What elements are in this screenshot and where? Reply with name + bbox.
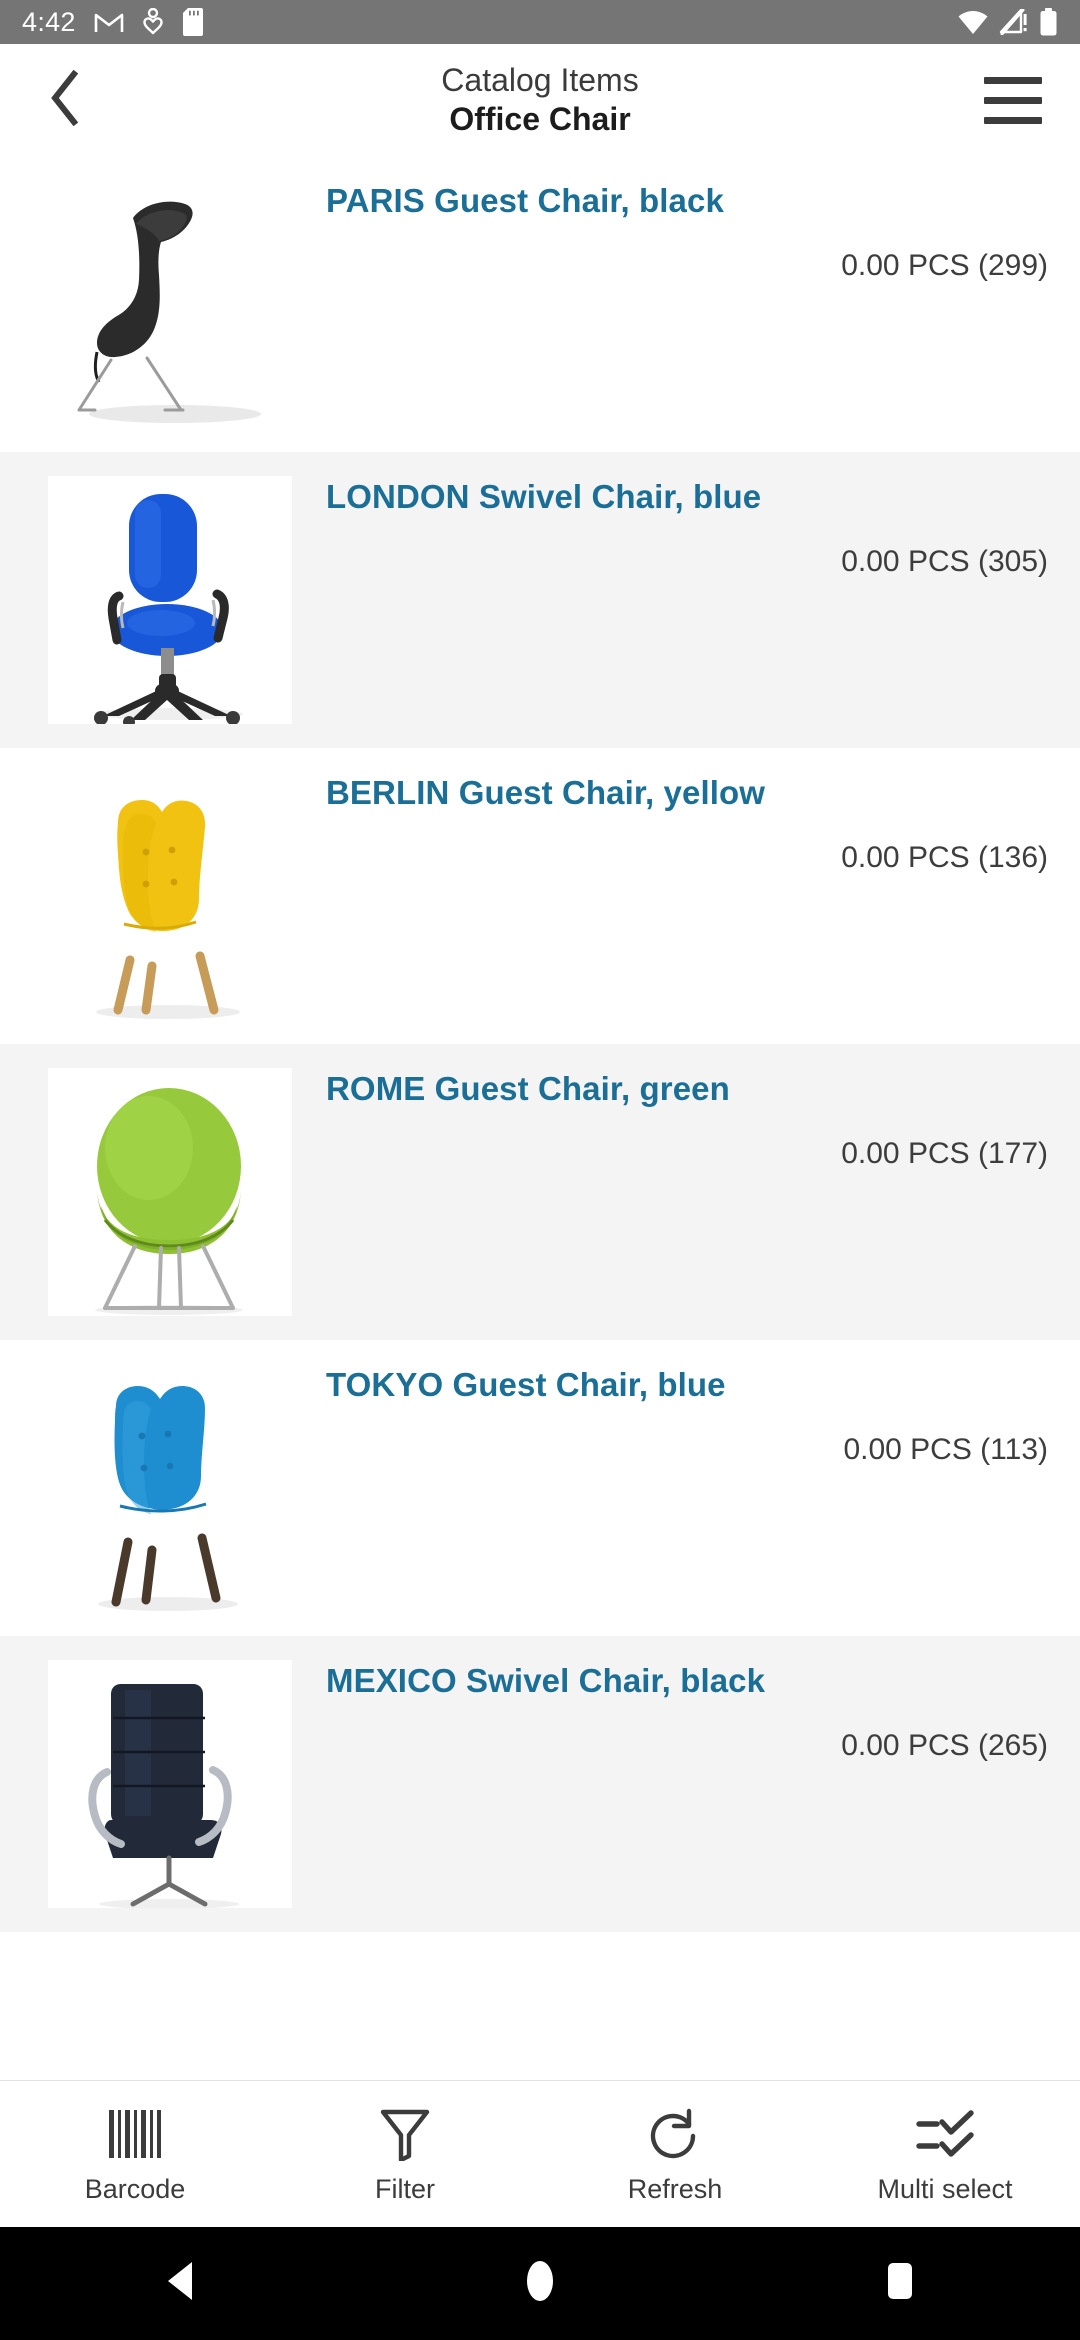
gmail-icon <box>94 10 124 34</box>
refresh-icon <box>649 2106 701 2162</box>
status-bar-clock: 4:42 <box>22 6 76 37</box>
item-quantity: 0.00 PCS (265) <box>841 1729 1048 1762</box>
refresh-label: Refresh <box>627 2173 723 2204</box>
item-name[interactable]: TOKYO Guest Chair, blue <box>326 1364 1048 1405</box>
bottom-toolbar: Barcode Filter Refresh Multi select <box>0 2080 1080 2227</box>
item-name[interactable]: BERLIN Guest Chair, yellow <box>326 772 1048 813</box>
filter-button[interactable]: Filter <box>270 2081 540 2227</box>
battery-icon <box>1039 8 1058 36</box>
item-quantity: 0.00 PCS (113) <box>843 1433 1048 1466</box>
page-title: Catalog Items <box>441 61 639 98</box>
sd-card-icon <box>182 7 204 37</box>
hamburger-icon-bar <box>984 96 1042 104</box>
tokyo-blue-chair-thumbnail <box>48 1364 292 1612</box>
wifi-icon <box>957 9 989 35</box>
filter-label: Filter <box>375 2173 435 2204</box>
hamburger-menu-button[interactable] <box>976 65 1050 135</box>
multi-select-label: Multi select <box>877 2173 1013 2204</box>
item-name[interactable]: PARIS Guest Chair, black <box>326 180 1048 221</box>
item-name[interactable]: LONDON Swivel Chair, blue <box>326 476 1048 517</box>
heart-person-icon <box>142 8 164 36</box>
barcode-icon <box>107 2106 163 2162</box>
multi-select-button[interactable]: Multi select <box>810 2081 1080 2227</box>
recents-square-icon <box>883 2259 917 2308</box>
page-subtitle: Office Chair <box>449 101 631 137</box>
status-bar-left: 4:42 <box>22 7 204 37</box>
list-item[interactable]: ROME Guest Chair, green 0.00 PCS (177) <box>0 1044 1080 1340</box>
list-item[interactable]: BERLIN Guest Chair, yellow 0.00 PCS (136… <box>0 748 1080 1044</box>
nav-home-button[interactable] <box>480 2227 600 2340</box>
list-item[interactable]: LONDON Swivel Chair, blue 0.00 PCS (305) <box>0 452 1080 748</box>
header-titles: Catalog Items Office Chair <box>0 44 1080 156</box>
item-quantity: 0.00 PCS (299) <box>841 249 1048 282</box>
android-navigation-bar <box>0 2227 1080 2340</box>
list-item[interactable]: PARIS Guest Chair, black 0.00 PCS (299) <box>0 156 1080 452</box>
paris-black-chair-thumbnail <box>48 180 292 428</box>
mexico-black-chair-thumbnail <box>48 1660 292 1908</box>
app-header: Catalog Items Office Chair <box>0 44 1080 156</box>
refresh-button[interactable]: Refresh <box>540 2081 810 2227</box>
hamburger-icon-bar <box>984 76 1042 84</box>
item-name[interactable]: ROME Guest Chair, green <box>326 1068 1048 1109</box>
back-chevron-icon <box>47 69 83 131</box>
funnel-icon <box>379 2106 431 2162</box>
london-blue-chair-thumbnail <box>48 476 292 724</box>
no-sim-signal-icon <box>999 9 1029 35</box>
barcode-label: Barcode <box>84 2173 186 2204</box>
back-button[interactable] <box>30 65 100 135</box>
item-quantity: 0.00 PCS (136) <box>841 841 1048 874</box>
list-item[interactable]: MEXICO Swivel Chair, black 0.00 PCS (265… <box>0 1636 1080 1932</box>
app-root: 4:42 Catalog Items Office Chair PARIS Gu… <box>0 0 1080 2340</box>
nav-recents-button[interactable] <box>840 2227 960 2340</box>
home-circle-icon <box>522 2259 558 2308</box>
barcode-button[interactable]: Barcode <box>0 2081 270 2227</box>
item-quantity: 0.00 PCS (177) <box>841 1137 1048 1170</box>
back-triangle-icon <box>162 2260 198 2307</box>
list-item[interactable]: TOKYO Guest Chair, blue 0.00 PCS (113) <box>0 1340 1080 1636</box>
catalog-item-list[interactable]: PARIS Guest Chair, black 0.00 PCS (299) <box>0 156 1080 2080</box>
berlin-yellow-chair-thumbnail <box>48 772 292 1020</box>
status-bar-right <box>957 8 1058 36</box>
hamburger-icon-bar <box>984 116 1042 124</box>
checklist-icon <box>916 2106 974 2162</box>
item-quantity: 0.00 PCS (305) <box>841 545 1048 578</box>
status-bar: 4:42 <box>0 0 1080 44</box>
nav-back-button[interactable] <box>120 2227 240 2340</box>
item-name[interactable]: MEXICO Swivel Chair, black <box>326 1660 1048 1701</box>
rome-green-chair-thumbnail <box>48 1068 292 1316</box>
